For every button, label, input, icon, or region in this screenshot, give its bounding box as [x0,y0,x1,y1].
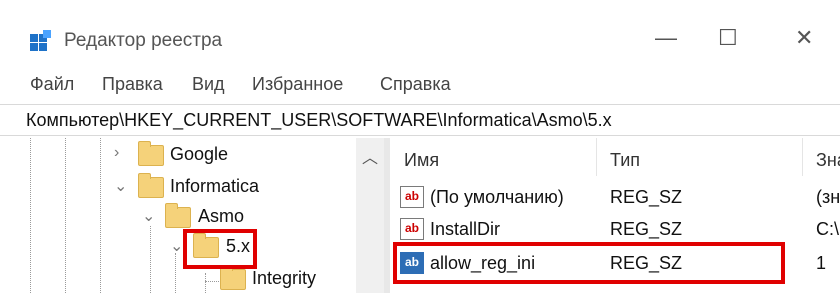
menu-edit[interactable]: Правка [102,74,163,95]
value-data: (зн [816,187,840,207]
column-header-type[interactable]: Тип [610,150,640,171]
scroll-up-icon[interactable]: ︿ [362,144,378,168]
chevron-down-icon[interactable]: ⌄ [114,176,127,196]
folder-icon [138,141,164,166]
menu-favorites[interactable]: Избранное [252,74,343,95]
list-item[interactable]: ab InstallDir REG_SZ C:\ [390,214,840,244]
chevron-right-icon[interactable]: › [114,144,119,162]
menu-view[interactable]: Вид [192,74,225,95]
tree-node-google[interactable]: › Google [0,140,356,168]
string-value-icon: ab [400,186,424,208]
menu-help[interactable]: Справка [380,74,451,95]
string-value-icon: ab [400,218,424,240]
value-type: REG_SZ [610,187,683,207]
address-path: Компьютер\HKEY_CURRENT_USER\SOFTWARE\Inf… [26,110,612,130]
annotation-highlight-5x [183,229,257,269]
value-data: C:\ [816,219,840,239]
window-title: Редактор реестра [64,30,223,51]
tree-node-5x[interactable]: ⌄ 5.x [0,232,356,260]
tree-node-informatica[interactable]: ⌄ Informatica [0,172,356,200]
menu-file[interactable]: Файл [30,74,74,95]
chevron-down-icon[interactable]: ⌄ [170,236,183,256]
column-separator[interactable] [596,138,597,176]
value-type: REG_SZ [610,219,683,239]
value-data: 1 [816,253,827,273]
tree-node-label: Integrity [252,268,317,288]
folder-icon [138,173,164,198]
minimize-button[interactable]: — [655,26,677,50]
menu-bar: Файл Правка Вид Избранное Справка [0,70,840,100]
folder-icon [165,203,191,228]
tree-node-label: Informatica [170,176,260,196]
column-separator[interactable] [802,138,803,176]
value-name: InstallDir [430,219,501,239]
chevron-down-icon[interactable]: ⌄ [142,206,155,226]
maximize-button[interactable]: ☐ [718,26,738,50]
tree-node-label: Google [170,144,229,164]
list-item[interactable]: ab (По умолчанию) REG_SZ (зн [390,182,840,212]
close-button[interactable]: ✕ [795,26,813,50]
title-bar: Редактор реестра — ☐ ✕ [0,0,840,80]
tree-scrollbar[interactable]: ︿ [356,138,384,293]
folder-icon [220,265,246,290]
address-bar[interactable]: Компьютер\HKEY_CURRENT_USER\SOFTWARE\Inf… [0,104,840,136]
column-header-value[interactable]: Зна [816,150,840,171]
annotation-highlight-allow-reg-ini [393,242,785,284]
value-name: (По умолчанию) [430,187,564,207]
tree-node-label: Asmo [198,206,245,226]
tree-node-asmo[interactable]: ⌄ Asmo [0,202,356,230]
registry-editor-icon [30,30,51,51]
column-header-name[interactable]: Имя [404,150,439,171]
tree-pane: › Google ⌄ Informatica ⌄ Asmo ⌄ 5.x Inte… [0,138,384,293]
tree-node-integrity[interactable]: Integrity [0,264,356,292]
